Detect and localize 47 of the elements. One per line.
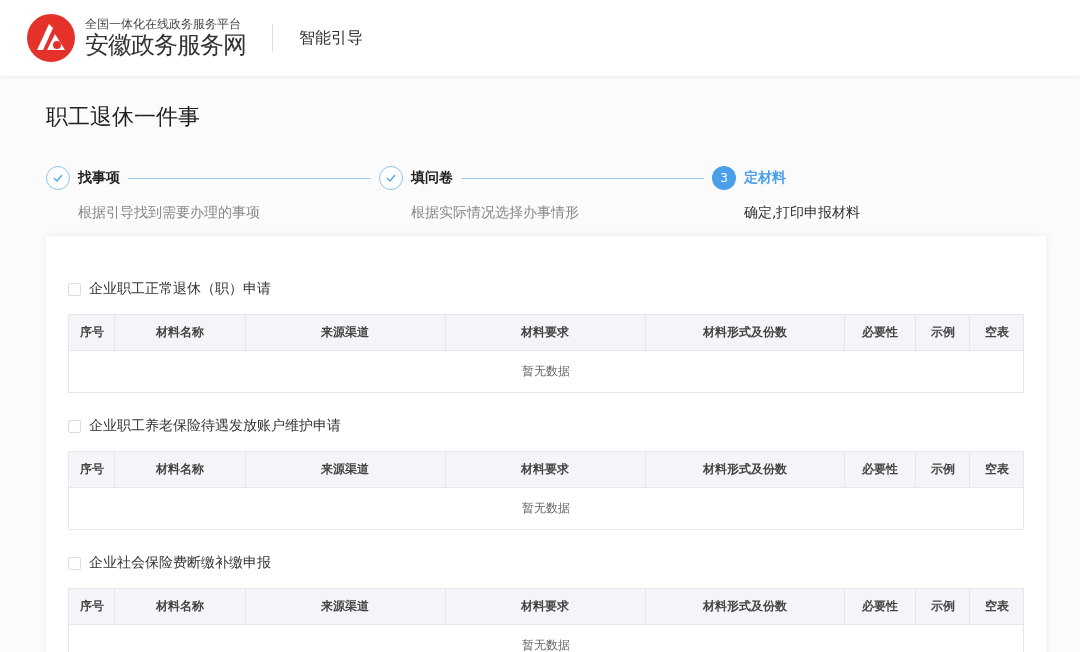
column-header: 材料名称: [114, 314, 246, 351]
empty-table-message: 暂无数据: [68, 487, 1024, 530]
section-title: 智能引导: [299, 27, 363, 49]
column-header: 材料形式及份数: [645, 314, 845, 351]
column-header: 材料名称: [114, 588, 246, 625]
item-name: 企业职工养老保险待遇发放账户维护申请: [89, 417, 341, 435]
column-header: 材料形式及份数: [645, 588, 845, 625]
column-header: 材料形式及份数: [645, 451, 845, 488]
check-icon: [386, 174, 396, 182]
column-header: 序号: [68, 588, 115, 625]
site-name: 安徽政务服务网: [85, 31, 246, 59]
column-header: 来源渠道: [245, 451, 446, 488]
column-header: 序号: [68, 314, 115, 351]
column-header: 空表: [969, 451, 1024, 488]
column-header: 必要性: [844, 588, 916, 625]
step-title: 定材料: [744, 169, 786, 187]
item-name: 企业社会保险费断缴补缴申报: [89, 554, 271, 572]
column-header: 材料要求: [445, 314, 645, 351]
item-name: 企业职工正常退休（职）申请: [89, 280, 271, 298]
column-header: 材料要求: [445, 588, 645, 625]
checkbox[interactable]: [68, 282, 81, 296]
checkbox[interactable]: [68, 556, 81, 570]
column-header: 必要性: [844, 314, 916, 351]
column-header: 示例: [915, 314, 970, 351]
empty-table-message: 暂无数据: [68, 350, 1024, 393]
column-header: 示例: [915, 588, 970, 625]
column-header: 空表: [969, 314, 1024, 351]
platform-name: 全国一体化在线政务服务平台: [85, 17, 242, 31]
logo-icon: [27, 14, 75, 62]
column-header: 来源渠道: [245, 314, 446, 351]
column-header: 材料要求: [445, 451, 645, 488]
column-header: 材料名称: [114, 451, 246, 488]
column-header: 序号: [68, 451, 115, 488]
column-header: 示例: [915, 451, 970, 488]
step-description: 根据实际情况选择办事情形: [411, 204, 580, 222]
empty-table-message: 暂无数据: [68, 624, 1024, 652]
step-description: 确定,打印申报材料: [744, 204, 862, 222]
checkbox[interactable]: [68, 419, 81, 433]
step-description: 根据引导找到需要办理的事项: [78, 204, 261, 222]
step-title: 填问卷: [411, 169, 453, 187]
column-header: 必要性: [844, 451, 916, 488]
check-icon: [53, 174, 63, 182]
column-header: 来源渠道: [245, 588, 446, 625]
page-title: 职工退休一件事: [46, 103, 201, 131]
column-header: 空表: [969, 588, 1024, 625]
step-title: 找事项: [78, 169, 120, 187]
step-indicator: 3: [712, 166, 736, 190]
